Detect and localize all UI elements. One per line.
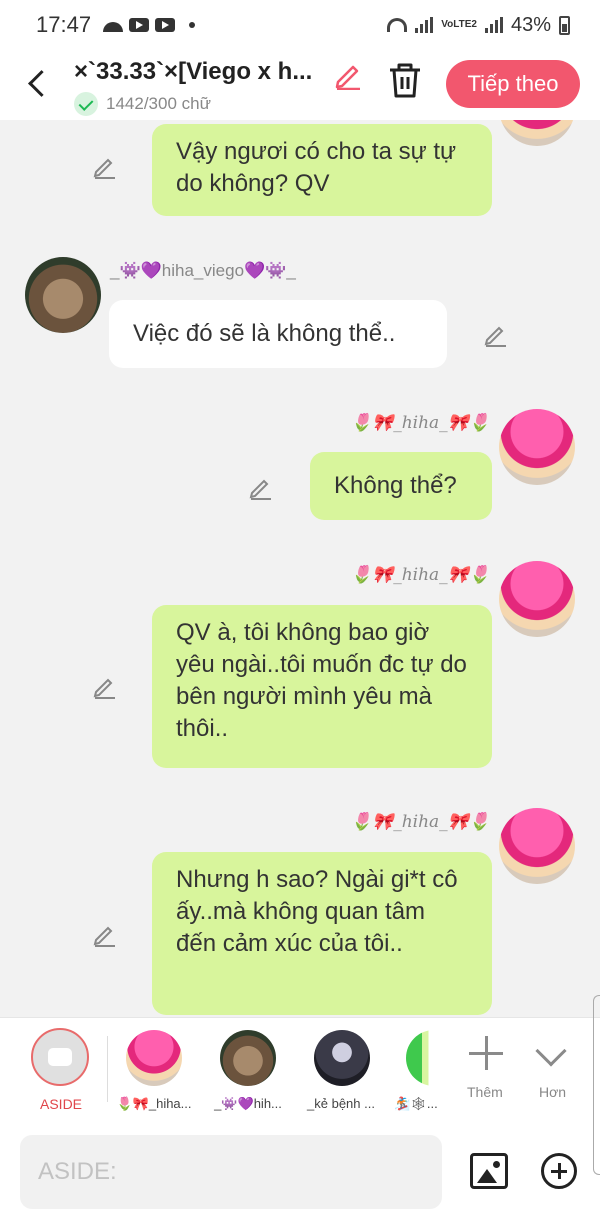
- cast-member-label: _👾💜hih...: [214, 1096, 282, 1111]
- editor-header: ×`33.33`×[Viego x h... 1442/300 chữ Tiếp…: [0, 50, 600, 120]
- back-icon[interactable]: [22, 64, 54, 104]
- signal-icon: [484, 17, 503, 33]
- side-panel-handle[interactable]: [593, 995, 600, 1175]
- cast-member-avatar[interactable]: [126, 1030, 182, 1086]
- weather-icon: [103, 22, 124, 32]
- aside-label: ASIDE: [40, 1096, 83, 1112]
- sender-name: 🌷🎀_hiha_🎀🌷: [350, 413, 490, 433]
- cast-member-avatar[interactable]: [220, 1030, 276, 1086]
- message-input[interactable]: [20, 1135, 442, 1209]
- edit-message-icon[interactable]: [92, 673, 118, 699]
- cast-member-avatar[interactable]: [314, 1030, 370, 1086]
- chat-area[interactable]: Vậy ngươi có cho ta sự tự do không? QV _…: [0, 120, 600, 1017]
- add-label[interactable]: Thêm: [467, 1084, 503, 1100]
- chevron-down-icon[interactable]: [535, 1035, 567, 1067]
- edit-message-icon[interactable]: [483, 321, 509, 347]
- avatar[interactable]: [499, 120, 575, 146]
- more-label[interactable]: Hơn: [539, 1084, 566, 1100]
- signal-icon: [415, 17, 434, 33]
- youtube-icon: [129, 18, 150, 32]
- plus-circle-icon[interactable]: [541, 1153, 577, 1189]
- cast-member-label: _kẻ bệnh ...: [307, 1096, 375, 1111]
- check-icon: [74, 92, 98, 116]
- message-bubble[interactable]: QV à, tôi không bao giờ yêu ngài..tôi mu…: [152, 605, 492, 768]
- cast-member-avatar[interactable]: [406, 1030, 438, 1086]
- cast-member-label: 🏂🕸...: [394, 1096, 438, 1111]
- notification-dot-icon: [189, 22, 196, 28]
- message-bubble[interactable]: Không thể?: [310, 452, 492, 520]
- story-title: ×`33.33`×[Viego x h...: [74, 58, 313, 85]
- sender-name: 🌷🎀_hiha_🎀🌷: [350, 565, 490, 585]
- battery-percent: 43%: [510, 13, 551, 36]
- word-count: 1442/300 chữ: [106, 94, 211, 113]
- status-bar: 17:47 VoLTE2 43%: [0, 0, 600, 50]
- edit-message-icon[interactable]: [92, 921, 118, 947]
- message-bubble[interactable]: Vậy ngươi có cho ta sự tự do không? QV: [152, 124, 492, 216]
- trash-icon[interactable]: [386, 60, 424, 100]
- avatar[interactable]: [25, 257, 101, 333]
- sender-name: _👾💜hiha_viego💜👾_: [110, 261, 296, 280]
- battery-icon: [559, 15, 570, 35]
- message-bubble[interactable]: Việc đó sẽ là không thể..: [109, 300, 447, 368]
- image-icon[interactable]: [470, 1153, 508, 1189]
- edit-message-icon[interactable]: [92, 153, 118, 179]
- wifi-icon: [387, 18, 408, 32]
- divider: [107, 1036, 108, 1102]
- add-character-icon[interactable]: [469, 1036, 503, 1070]
- message-bubble[interactable]: Nhưng h sao? Ngài gi*t cô ấy..mà không q…: [152, 852, 492, 1015]
- network-label: VoLTE2: [441, 19, 477, 30]
- cast-member-label: 🌷🎀_hiha...: [116, 1096, 192, 1111]
- next-button[interactable]: Tiếp theo: [446, 60, 580, 108]
- word-count-row: 1442/300 chữ: [74, 92, 211, 116]
- compose-bar: [0, 1125, 600, 1209]
- youtube-icon: [155, 18, 176, 32]
- avatar[interactable]: [499, 409, 575, 485]
- edit-message-icon[interactable]: [248, 474, 274, 500]
- clock: 17:47: [36, 12, 92, 37]
- edit-title-icon[interactable]: [332, 58, 364, 90]
- avatar[interactable]: [499, 561, 575, 637]
- sender-name: 🌷🎀_hiha_🎀🌷: [350, 812, 490, 832]
- cast-bar: ASIDE 🌷🎀_hiha... _👾💜hih... _kẻ bệnh ... …: [0, 1017, 600, 1125]
- aside-button[interactable]: [31, 1028, 89, 1086]
- avatar[interactable]: [499, 808, 575, 884]
